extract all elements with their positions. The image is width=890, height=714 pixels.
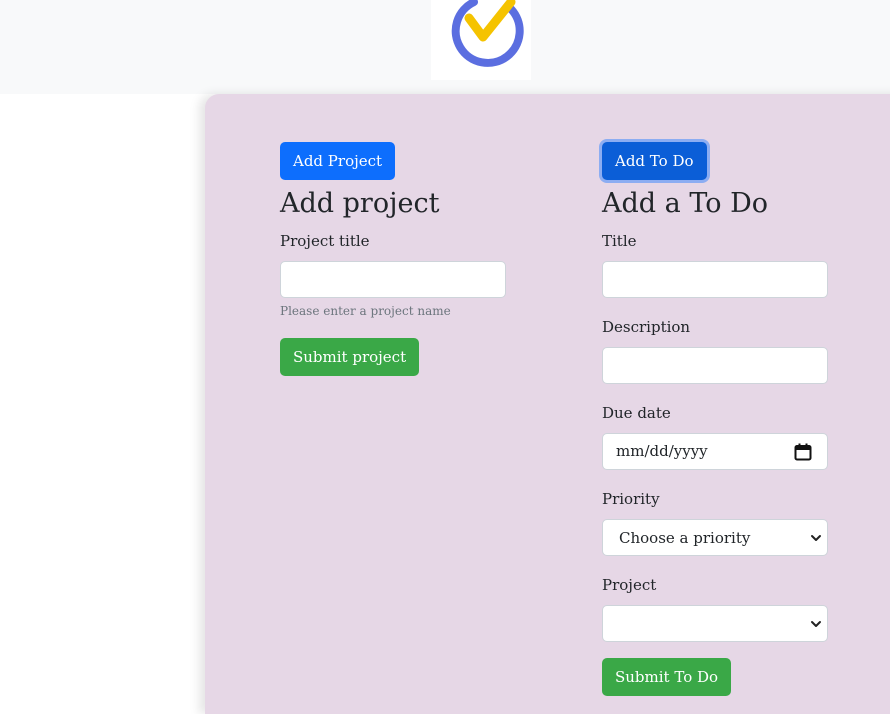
todo-description-input[interactable] — [602, 347, 828, 384]
priority-selected-value: Choose a priority — [619, 529, 751, 547]
priority-label: Priority — [602, 490, 660, 508]
todo-title-input[interactable] — [602, 261, 828, 298]
project-title-help-text: Please enter a project name — [280, 304, 451, 318]
due-date-label: Due date — [602, 404, 671, 422]
add-project-heading: Add project — [280, 188, 440, 219]
priority-select[interactable]: Choose a priority — [602, 519, 828, 556]
due-date-placeholder: mm/dd/yyyy — [616, 442, 708, 460]
project-label: Project — [602, 576, 657, 594]
add-todo-heading: Add a To Do — [602, 188, 768, 219]
project-select[interactable] — [602, 605, 828, 642]
calendar-icon[interactable] — [794, 443, 812, 461]
submit-project-button[interactable]: Submit project — [280, 338, 420, 376]
app-logo — [431, 0, 531, 80]
todo-title-label: Title — [602, 232, 637, 250]
checkmark-circle-logo-icon — [451, 0, 524, 67]
project-title-input[interactable] — [280, 261, 506, 298]
add-todo-toggle-button[interactable]: Add To Do — [602, 142, 707, 180]
chevron-down-icon — [811, 621, 821, 627]
submit-todo-button[interactable]: Submit To Do — [602, 658, 732, 696]
add-project-toggle-button[interactable]: Add Project — [280, 142, 396, 180]
top-header — [0, 0, 890, 94]
due-date-input[interactable]: mm/dd/yyyy — [602, 433, 828, 470]
project-title-label: Project title — [280, 232, 370, 250]
todo-description-label: Description — [602, 318, 691, 336]
chevron-down-icon — [811, 535, 821, 541]
